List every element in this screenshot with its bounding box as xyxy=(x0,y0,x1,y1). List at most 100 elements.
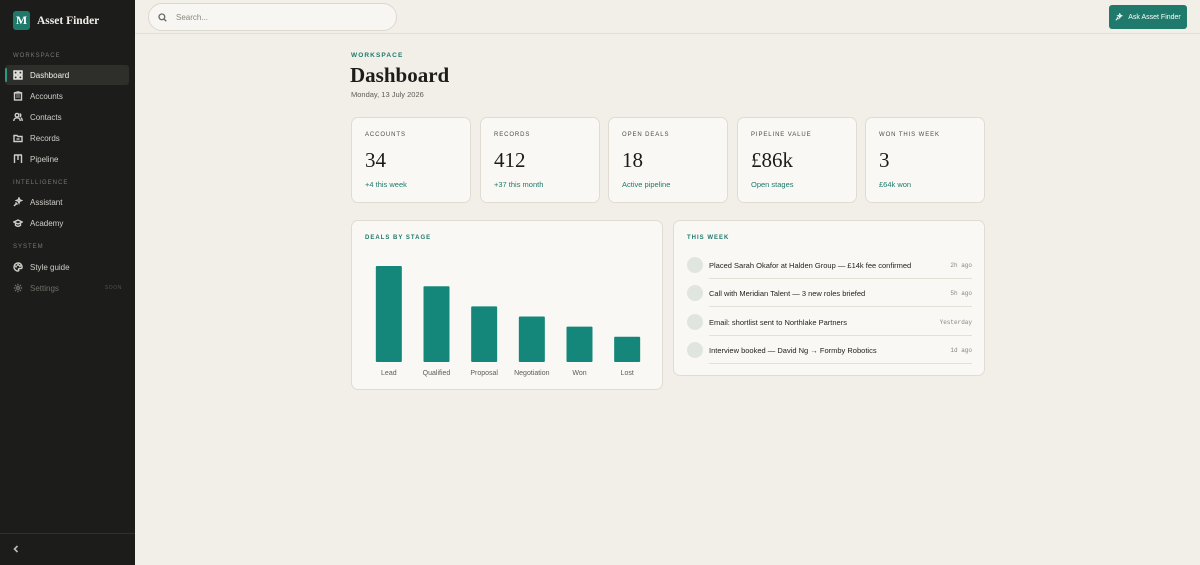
sidebar: M Asset Finder Workspace Dashboard Accou… xyxy=(0,0,135,565)
sidebar-item-label: Contacts xyxy=(30,112,62,122)
kpi-label: Records xyxy=(494,132,531,138)
kpi-card-won-this-week[interactable]: Won this week 3 £64k won xyxy=(865,117,985,203)
kpi-delta: Open stages xyxy=(751,180,794,189)
kpi-label: Accounts xyxy=(365,132,406,138)
deals-by-stage-card: Deals by stage Lead Qualified Proposal Nego… xyxy=(351,220,663,390)
kpi-card-accounts[interactable]: Accounts 34 +4 this week xyxy=(351,117,471,203)
kpi-label: Open deals xyxy=(622,132,670,138)
bar-negotiation[interactable] xyxy=(518,316,545,362)
kpi-value: 412 xyxy=(494,148,526,172)
bar-won[interactable] xyxy=(566,326,593,362)
kpi-value: £86k xyxy=(751,148,793,172)
kpi-label: Pipeline value xyxy=(751,132,812,138)
sidebar-item-label: Academy xyxy=(30,218,64,228)
divider xyxy=(709,363,972,364)
activity-item[interactable]: Interview booked — David Ng → Formby Rob… xyxy=(687,336,972,364)
search-bar[interactable] xyxy=(148,3,397,31)
sidebar-item-label: Assistant xyxy=(30,197,63,207)
palette-icon xyxy=(13,262,23,272)
sidebar-item-label: Style guide xyxy=(30,262,70,272)
section-label-workspace: Workspace xyxy=(13,53,61,59)
section-label-system: System xyxy=(13,244,44,250)
page-date: Monday, 13 July 2026 xyxy=(351,90,424,99)
x-tick-label: Proposal xyxy=(470,370,498,377)
bar-lead[interactable] xyxy=(375,266,402,362)
pipeline-icon xyxy=(13,154,23,164)
sidebar-item-label: Pipeline xyxy=(30,154,59,164)
activity-item[interactable]: Call with Meridian Talent — 3 new roles … xyxy=(687,279,972,307)
sidebar-item-style-guide[interactable]: Style guide xyxy=(5,257,129,277)
activity-item[interactable]: Placed Sarah Okafor at Halden Group — £1… xyxy=(687,251,972,279)
kpi-delta: £64k won xyxy=(879,180,912,189)
kpi-card-open-deals[interactable]: Open deals 18 Active pipeline xyxy=(608,117,728,203)
sidebar-item-label: Settings xyxy=(30,283,59,293)
kpi-value: 34 xyxy=(365,148,386,172)
sidebar-item-dashboard[interactable]: Dashboard xyxy=(5,65,129,85)
sidebar-item-label: Accounts xyxy=(30,91,63,101)
brand-name: Asset Finder xyxy=(37,14,100,27)
x-tick-label: Lost xyxy=(621,370,634,377)
sidebar-item-label: Records xyxy=(30,133,60,143)
gear-icon xyxy=(13,283,23,293)
kpi-value: 3 xyxy=(879,148,890,172)
sidebar-item-label: Dashboard xyxy=(30,70,70,80)
collapse-sidebar-button[interactable] xyxy=(10,543,22,555)
sidebar-item-accounts[interactable]: Accounts xyxy=(5,86,129,106)
folder-icon xyxy=(13,133,23,143)
kpi-card-pipeline-value[interactable]: Pipeline value £86k Open stages xyxy=(737,117,857,203)
topbar: Ask Asset Finder xyxy=(135,0,1200,34)
kpi-label: Won this week xyxy=(879,132,940,138)
page-eyebrow: Workspace xyxy=(351,52,404,59)
kpi-delta: Active pipeline xyxy=(622,180,671,189)
deals-by-stage-chart: Lead Qualified Proposal Negotiation Won Lost xyxy=(375,266,641,377)
sidebar-item-pipeline[interactable]: Pipeline xyxy=(5,149,129,169)
activity-text: Interview booked — David Ng → Formby Rob… xyxy=(709,345,877,355)
avatar xyxy=(687,342,703,358)
brand[interactable]: M Asset Finder xyxy=(13,11,99,30)
sidebar-item-assistant[interactable]: Assistant xyxy=(5,192,129,212)
page-title: Dashboard xyxy=(350,63,450,87)
sidebar-divider xyxy=(0,533,135,534)
kpi-value: 18 xyxy=(622,148,643,172)
users-icon xyxy=(13,112,23,122)
x-tick-label: Negotiation xyxy=(514,370,550,377)
kpi-card-records[interactable]: Records 412 +37 this month xyxy=(480,117,600,203)
section-label-intelligence: Intelligence xyxy=(13,180,69,186)
activity-text: Placed Sarah Okafor at Halden Group — £1… xyxy=(709,260,912,270)
activity-text: Email: shortlist sent to Northlake Partn… xyxy=(709,317,847,327)
bar-lost[interactable] xyxy=(614,336,641,362)
x-tick-label: Qualified xyxy=(423,370,451,377)
sidebar-item-settings: Settings Soon xyxy=(5,278,129,298)
avatar xyxy=(687,314,703,330)
divider xyxy=(709,306,972,307)
search-icon xyxy=(158,12,167,22)
ask-button-label: Ask Asset Finder xyxy=(1128,13,1181,21)
bar-qualified[interactable] xyxy=(423,286,450,362)
avatar xyxy=(687,285,703,301)
activity-text: Call with Meridian Talent — 3 new roles … xyxy=(709,288,866,298)
card-title: This week xyxy=(687,235,730,241)
activity-time: 5h ago xyxy=(950,289,972,297)
kpi-delta: +37 this month xyxy=(494,180,544,189)
activity-time: 2h ago xyxy=(950,261,972,269)
activity-item[interactable]: Email: shortlist sent to Northlake Partn… xyxy=(687,308,972,336)
sidebar-item-academy[interactable]: Academy xyxy=(5,213,129,233)
dashboard-icon xyxy=(13,70,23,80)
brand-logo: M xyxy=(13,11,30,30)
chevron-left-icon xyxy=(13,545,19,553)
sidebar-item-records[interactable]: Records xyxy=(5,128,129,148)
soon-badge: Soon xyxy=(104,285,122,291)
avatar xyxy=(687,257,703,273)
sparkle-icon xyxy=(13,197,23,207)
kpi-delta: +4 this week xyxy=(365,180,407,189)
ask-asset-finder-button[interactable]: Ask Asset Finder xyxy=(1109,5,1187,29)
this-week-card: This week Placed Sarah Okafor at Halden … xyxy=(673,220,985,376)
activity-time: Yesterday xyxy=(939,318,972,326)
bar-proposal[interactable] xyxy=(471,306,498,362)
sidebar-item-contacts[interactable]: Contacts xyxy=(5,107,129,127)
building-icon xyxy=(13,91,23,101)
graduation-cap-icon xyxy=(13,218,23,228)
x-tick-label: Won xyxy=(572,370,586,377)
search-input[interactable] xyxy=(176,12,376,22)
activity-time: 1d ago xyxy=(950,346,972,354)
